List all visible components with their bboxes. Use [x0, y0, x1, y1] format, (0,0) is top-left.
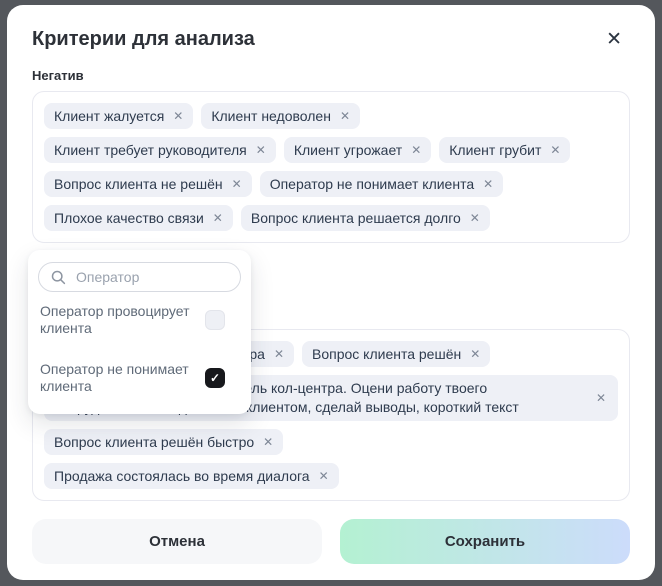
tag-label: Клиент угрожает — [294, 142, 402, 158]
save-button[interactable]: Сохранить — [340, 519, 630, 564]
cancel-button[interactable]: Отмена — [32, 519, 322, 564]
section-label-negative: Негатив — [32, 68, 630, 83]
tag-row: Вопрос клиента не решён✕Оператор не пони… — [44, 171, 618, 197]
tag-label: Продажа состоялась во время диалога — [54, 468, 310, 484]
criteria-dropdown: Оператор провоцирует клиента Оператор не … — [28, 250, 251, 414]
tag-row: Клиент жалуется ✕ Клиент недоволен ✕ — [44, 103, 618, 129]
tag-label: Плохое качество связи — [54, 210, 204, 226]
tag-label: Вопрос клиента решается долго — [251, 210, 461, 226]
tag-remove-icon[interactable]: ✕ — [319, 470, 329, 482]
tag-chip: Вопрос клиента решён ✕ — [302, 341, 490, 367]
tag-remove-icon[interactable]: ✕ — [483, 178, 493, 190]
negative-tags-container: Клиент жалуется✕Клиент недоволен✕Клиент … — [32, 91, 630, 243]
tag-remove-icon[interactable]: ✕ — [274, 348, 284, 360]
checkbox-unchecked[interactable] — [205, 310, 225, 330]
tag-label: Вопрос клиента не решён — [54, 176, 223, 192]
tag-chip: Вопрос клиента не решён ✕ — [44, 171, 252, 197]
tag-remove-icon[interactable]: ✕ — [263, 436, 273, 448]
tag-chip: Клиент угрожает ✕ — [284, 137, 431, 163]
tag-chip: Клиент требует руководителя ✕ — [44, 137, 276, 163]
page-background: Критерии для анализа ✕ Негатив Клиент жа… — [0, 0, 662, 586]
tag-label: Клиент жалуется — [54, 108, 164, 124]
tag-remove-icon[interactable]: ✕ — [340, 110, 350, 122]
tag-remove-icon[interactable]: ✕ — [256, 144, 266, 156]
dropdown-option[interactable]: Оператор провоцирует клиента — [38, 292, 241, 348]
tag-remove-icon[interactable]: ✕ — [596, 392, 606, 404]
tag-remove-icon[interactable]: ✕ — [213, 212, 223, 224]
tag-chip: Вопрос клиента решён быстро ✕ — [44, 429, 283, 455]
tag-remove-icon[interactable]: ✕ — [470, 212, 480, 224]
dropdown-option-label: Оператор провоцирует клиента — [40, 303, 197, 337]
tag-row: Плохое качество связи✕Вопрос клиента реш… — [44, 205, 618, 231]
tag-chip: Оператор не понимает клиента ✕ — [260, 171, 504, 197]
dropdown-search — [38, 262, 241, 292]
modal-header: Критерии для анализа ✕ — [32, 27, 630, 51]
tag-label: Клиент грубит — [449, 142, 541, 158]
close-icon[interactable]: ✕ — [606, 30, 622, 49]
tag-remove-icon[interactable]: ✕ — [470, 348, 480, 360]
dropdown-option[interactable]: Оператор не понимает клиента ✓ — [38, 350, 241, 406]
tag-label: Вопрос клиента решён быстро — [54, 434, 254, 450]
tag-row: Клиент требует руководителя✕Клиент угрож… — [44, 137, 618, 163]
search-icon — [51, 270, 66, 285]
criteria-modal: Критерии для анализа ✕ Негатив Клиент жа… — [7, 5, 655, 580]
checkbox-checked[interactable]: ✓ — [205, 368, 225, 388]
tag-label: Вопрос клиента решён — [312, 346, 461, 362]
dropdown-options-list: Оператор провоцирует клиента Оператор не … — [38, 292, 241, 406]
tag-remove-icon[interactable]: ✕ — [550, 144, 560, 156]
tag-chip: Продажа состоялась во время диалога ✕ — [44, 463, 339, 489]
tag-label: Клиент требует руководителя — [54, 142, 247, 158]
tag-remove-icon[interactable]: ✕ — [411, 144, 421, 156]
modal-footer: Отмена Сохранить — [32, 519, 630, 564]
tag-remove-icon[interactable]: ✕ — [173, 110, 183, 122]
search-input[interactable] — [74, 268, 228, 286]
dropdown-option-label: Оператор не понимает клиента — [40, 361, 197, 395]
tag-label: Оператор не понимает клиента — [270, 176, 474, 192]
tag-row: Продажа состоялась во время диалога ✕ — [44, 463, 618, 489]
tag-chip: Плохое качество связи ✕ — [44, 205, 233, 231]
tag-row: Вопрос клиента решён быстро ✕ — [44, 429, 618, 455]
tag-remove-icon[interactable]: ✕ — [232, 178, 242, 190]
modal-title: Критерии для анализа — [32, 27, 255, 51]
tag-chip: Клиент грубит ✕ — [439, 137, 570, 163]
tag-label: Клиент недоволен — [211, 108, 331, 124]
tag-chip: Вопрос клиента решается долго ✕ — [241, 205, 490, 231]
tag-chip: Клиент жалуется ✕ — [44, 103, 193, 129]
tag-chip: Клиент недоволен ✕ — [201, 103, 360, 129]
